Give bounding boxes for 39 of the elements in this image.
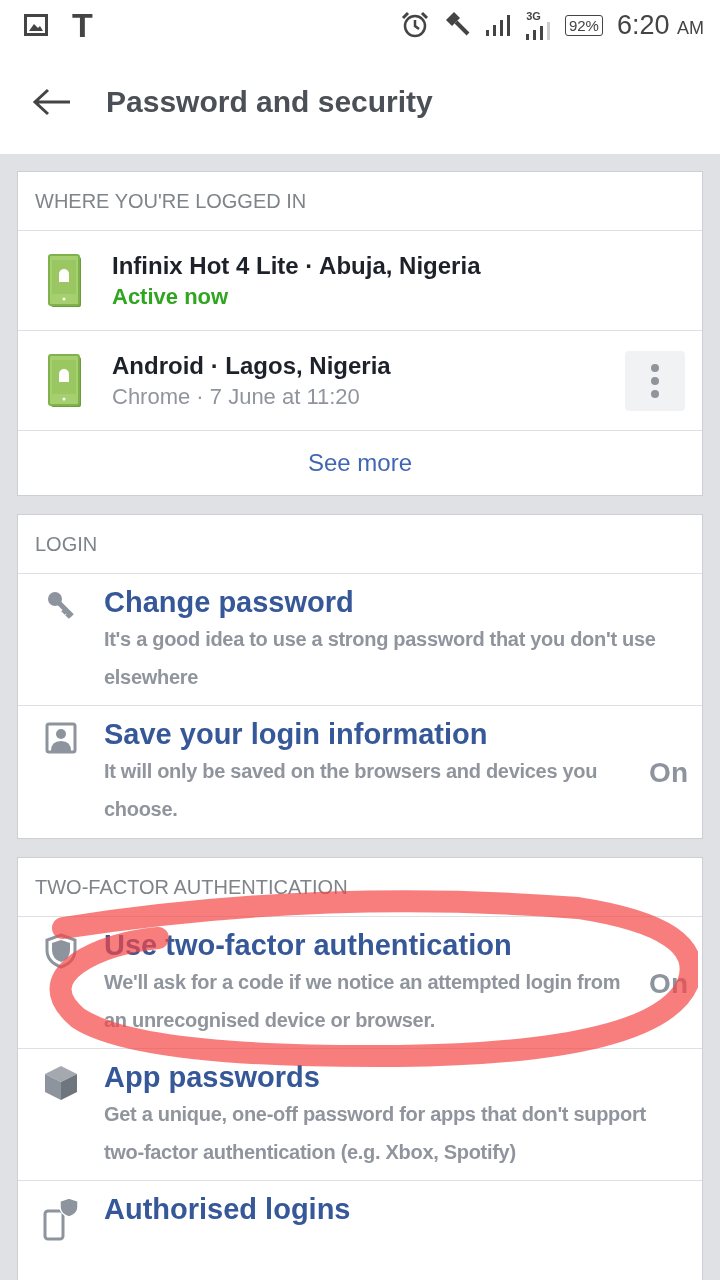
shield-icon — [45, 933, 77, 969]
section-heading: TWO-FACTOR AUTHENTICATION — [18, 858, 702, 917]
vertical-dots-icon — [651, 363, 659, 398]
device-name: Android · Lagos, Nigeria — [112, 351, 392, 380]
back-arrow-icon[interactable] — [32, 87, 72, 117]
item-title: Save your login information — [104, 717, 489, 752]
device-name: Infinix Hot 4 Lite · Abuja, Nigeria — [112, 251, 482, 280]
person-icon — [45, 722, 77, 754]
session-detail: Active now — [112, 283, 230, 310]
signal-icon — [484, 14, 511, 36]
signal-icon — [524, 21, 551, 40]
status-label: On — [649, 757, 688, 789]
battery-indicator: 92% — [564, 14, 603, 36]
page-title: Password and security — [106, 85, 433, 119]
text-icon: T — [72, 5, 93, 45]
clock: 6:20 AM — [616, 9, 704, 41]
settings-item[interactable]: Change password It's a good idea to use a strong password that you don't use elsewhere — [18, 574, 702, 706]
image-icon — [24, 14, 48, 36]
item-description: Get a unique, one-off password for apps that don't support two-factor authentication (e.g. Xbox, Spotify) — [104, 1102, 647, 1165]
network-type: 3G — [526, 10, 541, 22]
item-title: App passwords — [104, 1060, 321, 1095]
item-title: Change password — [104, 585, 355, 620]
phone-shield-icon — [43, 1197, 79, 1241]
key-icon — [46, 590, 76, 620]
item-title: Authorised logins — [104, 1192, 352, 1227]
phone-icon — [48, 253, 82, 308]
settings-item[interactable]: App passwords Get a unique, one-off password for apps that don't support two-factor authentication (e.g. Xbox, Spotify) — [18, 1049, 702, 1181]
more-options-button[interactable] — [625, 350, 685, 411]
phone-icon — [48, 353, 82, 408]
settings-item[interactable]: Authorised logins — [18, 1181, 702, 1280]
item-description: It's a good idea to use a strong password that you don't use elsewhere — [104, 627, 657, 690]
item-description: It will only be saved on the browsers and devices you choose. — [104, 759, 599, 822]
alarm-icon — [400, 11, 429, 39]
section-heading: LOGIN — [18, 515, 702, 574]
section-heading: WHERE YOU'RE LOGGED IN — [18, 172, 702, 231]
item-title: Use two-factor authentication — [104, 928, 513, 963]
session-detail: Chrome · 7 June at 11:20 — [112, 383, 361, 410]
cube-icon — [44, 1065, 78, 1101]
settings-item[interactable]: Save your login information It will only be saved on the browsers and devices you choose. On — [18, 706, 702, 838]
